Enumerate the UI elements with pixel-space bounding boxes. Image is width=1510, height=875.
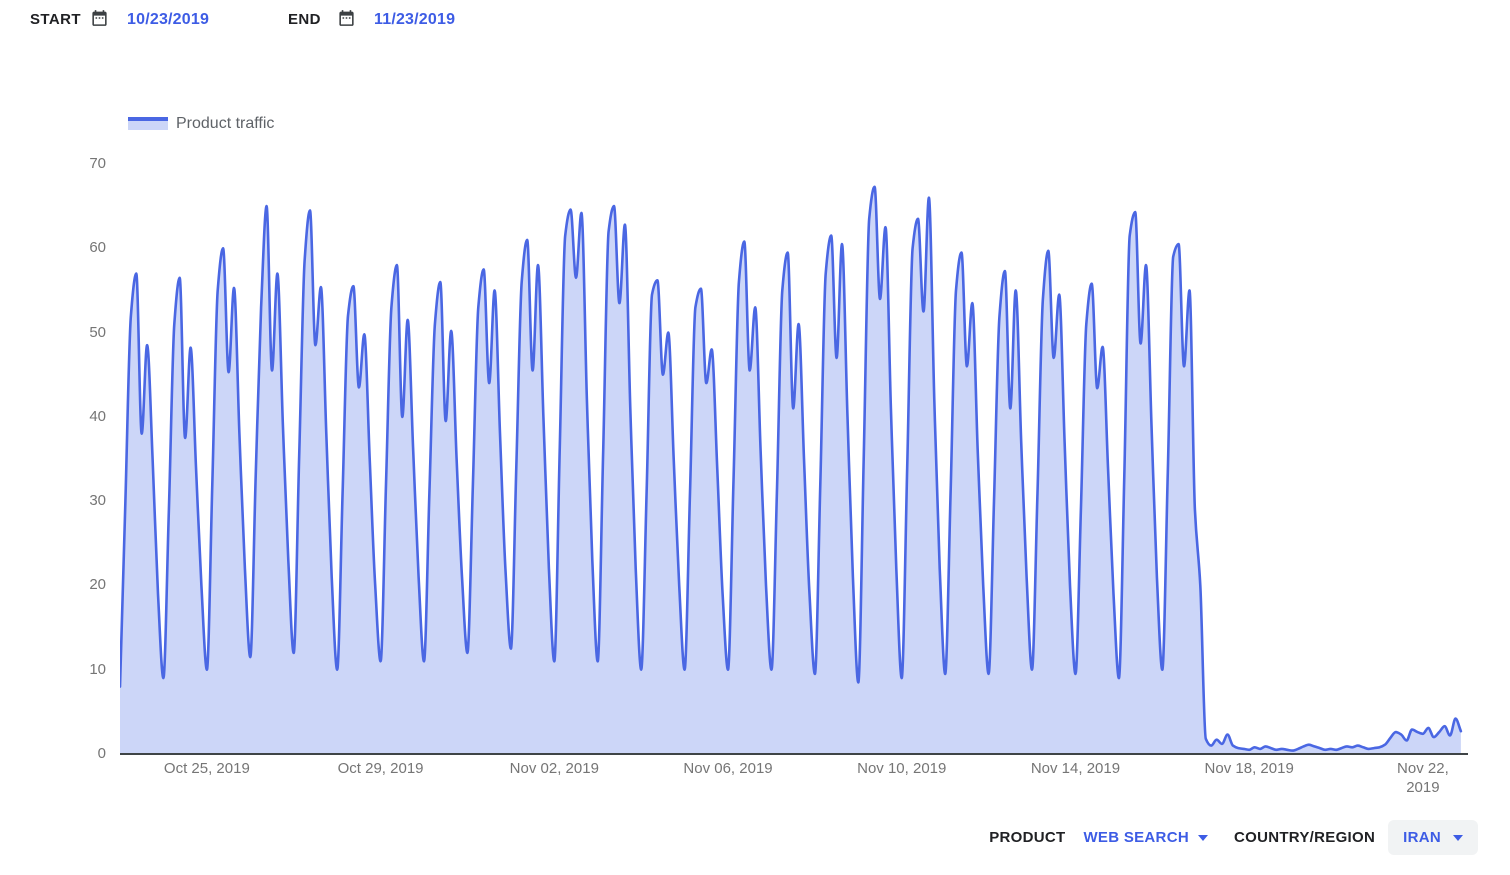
start-date-field[interactable]: 10/23/2019 xyxy=(127,9,209,31)
end-date-label: END xyxy=(288,9,321,31)
end-date-field[interactable]: 11/23/2019 xyxy=(374,9,455,31)
y-tick-label: 70 xyxy=(58,154,106,174)
y-tick-label: 60 xyxy=(58,238,106,258)
chart-canvas xyxy=(120,164,1469,755)
legend-label: Product traffic xyxy=(176,114,274,134)
start-date-label: START xyxy=(30,9,81,31)
calendar-icon xyxy=(90,8,109,28)
chart-filter-bar: PRODUCT WEB SEARCH COUNTRY/REGION IRAN xyxy=(989,820,1478,855)
transparency-report-traffic-page: START 10/23/2019 END 11/23/2019 Product … xyxy=(0,0,1510,875)
x-tick-label: Nov 14, 2019 xyxy=(1031,759,1120,778)
y-tick-label: 30 xyxy=(58,491,106,511)
country-region-label: COUNTRY/REGION xyxy=(1234,829,1375,846)
traffic-area-chart xyxy=(120,164,1469,755)
product-label: PRODUCT xyxy=(989,829,1065,846)
calendar-icon xyxy=(337,8,356,28)
chevron-down-icon xyxy=(1453,835,1463,841)
y-tick-label: 50 xyxy=(58,323,106,343)
y-tick-label: 10 xyxy=(58,660,106,680)
y-tick-label: 20 xyxy=(58,575,106,595)
country-dropdown[interactable]: IRAN xyxy=(1388,820,1478,855)
x-tick-label: Nov 22, 2019 xyxy=(1397,759,1449,797)
x-tick-label: Nov 02, 2019 xyxy=(510,759,599,778)
end-calendar-button[interactable] xyxy=(337,8,356,28)
x-tick-label: Oct 29, 2019 xyxy=(338,759,424,778)
x-axis-line xyxy=(120,753,1468,755)
x-tick-label: Nov 18, 2019 xyxy=(1205,759,1294,778)
x-tick-label: Nov 06, 2019 xyxy=(683,759,772,778)
legend-area-swatch-icon xyxy=(128,117,168,130)
product-dropdown[interactable]: WEB SEARCH xyxy=(1083,829,1208,846)
x-tick-label: Oct 25, 2019 xyxy=(164,759,250,778)
start-calendar-button[interactable] xyxy=(90,8,109,28)
y-tick-label: 40 xyxy=(58,407,106,427)
y-tick-label: 0 xyxy=(58,744,106,764)
chevron-down-icon xyxy=(1198,835,1208,841)
x-tick-label: Nov 10, 2019 xyxy=(857,759,946,778)
area-fill xyxy=(120,187,1461,754)
